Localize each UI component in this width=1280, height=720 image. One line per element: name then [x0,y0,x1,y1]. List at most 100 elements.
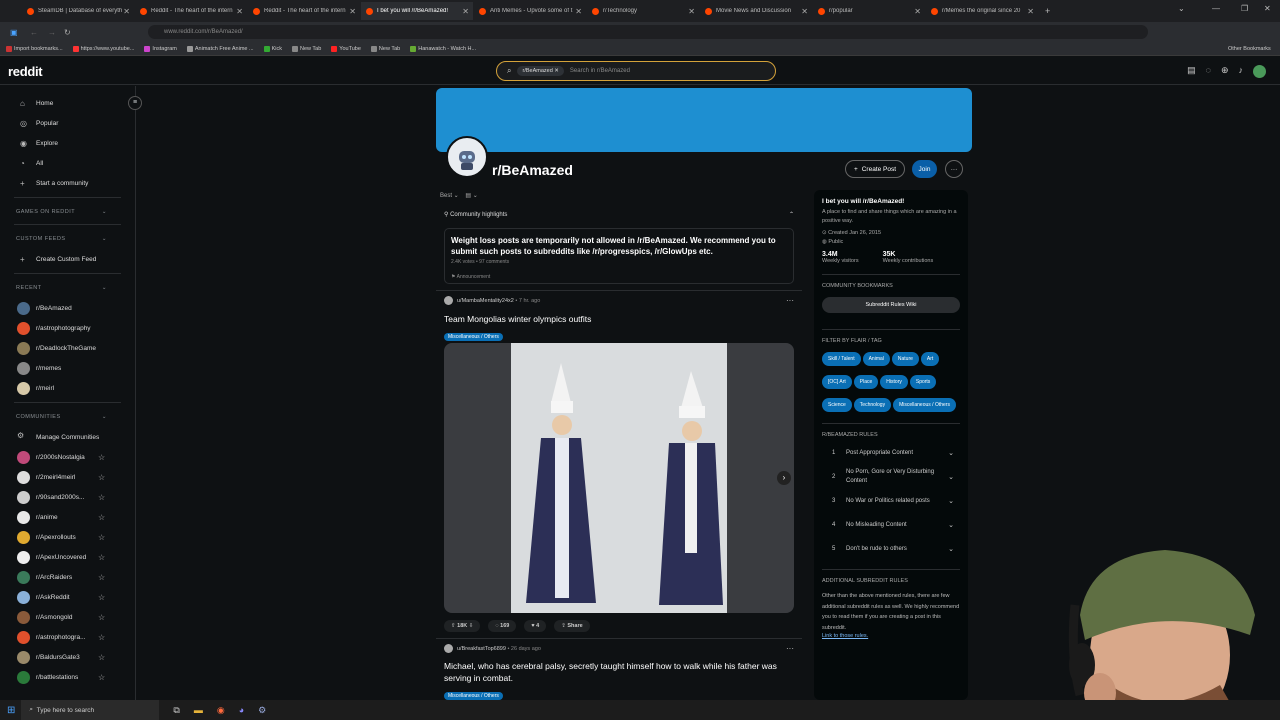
minimize-icon[interactable]: — [1212,4,1220,13]
favorite-star-icon[interactable]: ☆ [98,453,105,462]
flair-filter-chip[interactable]: [OC] Art [822,375,852,389]
recent-community-item[interactable]: r/DeadlockTheGame [0,338,135,358]
create-post-button[interactable]: + Create Post [845,160,905,178]
sidebar-item-start-a-community[interactable]: + Start a community [0,173,135,193]
rule-item[interactable]: 4 No Misleading Content ⌄ [814,513,968,537]
communities-header[interactable]: COMMUNITIES ⌄ [0,407,135,427]
collapse-icon[interactable]: ⌃ [789,211,794,218]
browser-tab[interactable]: r/Technology ✕ [587,2,699,20]
sort-dropdown[interactable]: Best ⌄ ▤ ⌄ [440,192,478,199]
flair-filter-chip[interactable]: Nature [891,352,919,366]
sidebar-item-explore[interactable]: ◉ Explore [0,133,135,153]
flair-filter-chip[interactable]: Sports [909,375,937,389]
url-input[interactable]: www.reddit.com/r/BeAmazed/ [148,25,1148,39]
community-item[interactable]: r/astrophotogra... ☆ [0,627,135,647]
search-community-chip[interactable]: r/BeAmazed ✕ [517,66,564,76]
flair-filter-chip[interactable]: Skill / Talent [822,352,861,366]
search-bar[interactable]: ⌕ r/BeAmazed ✕ Search in r/BeAmazed [496,61,776,81]
windows-start-icon[interactable]: ⊞ [7,705,15,716]
discord-taskbar-icon[interactable]: ◕ [239,705,244,715]
close-tab-icon[interactable]: ✕ [1027,7,1034,16]
post-flair[interactable]: Miscellaneous / Others [444,333,503,341]
rules-link[interactable]: Link to those rules. [822,633,960,639]
favorite-star-icon[interactable]: ☆ [98,573,105,582]
flair-filter-chip[interactable]: Technology [853,398,892,412]
close-tab-icon[interactable]: ✕ [801,7,808,16]
custom-feeds-header[interactable]: CUSTOM FEEDS ⌄ [0,229,135,249]
rule-item[interactable]: 2 No Porn, Gore or Very Disturbing Conten… [814,465,968,489]
more-options-icon[interactable]: ··· [945,160,963,178]
comments-button[interactable]: ◌ 169 [488,620,517,632]
post-media[interactable]: › [444,343,794,613]
post-menu-icon[interactable]: ··· [786,644,794,653]
close-tab-icon[interactable]: ✕ [349,7,356,16]
post-user[interactable]: u/BreakfastTop6899 [457,646,506,652]
close-tab-icon[interactable]: ✕ [914,7,921,16]
bookmark-item[interactable]: https://www.youtube... [72,45,134,52]
bookmark-item[interactable]: New Tab [370,45,400,52]
advertise-icon[interactable]: ▤ [1187,65,1196,78]
browser-tab[interactable]: Anti Memes - Upvote some of t ✕ [474,2,586,20]
post-card[interactable]: u/BreakfastTop6899 • 26 days ago ··· Mich… [444,644,794,702]
recent-community-item[interactable]: r/memes [0,358,135,378]
share-button[interactable]: ⇪ Share [554,620,590,632]
sidebar-toggle-icon[interactable]: ▣ [10,28,18,37]
browser-tab[interactable]: SteamDB | Database of everyth ✕ [22,2,134,20]
highlights-header[interactable]: ⚲ Community highlights ⌃ [444,211,794,218]
close-window-icon[interactable]: ✕ [1264,4,1271,13]
rules-wiki-button[interactable]: Subreddit Rules Wiki [822,297,960,313]
reddit-logo[interactable]: reddit [8,64,43,79]
post-user[interactable]: u/MambaMentality24x2 [457,298,514,304]
tab-dropdown-icon[interactable]: ⌄ [1178,4,1185,13]
user-avatar[interactable] [1253,65,1266,78]
notifications-icon[interactable]: ♪ [1239,65,1244,78]
community-item[interactable]: r/battlestations ☆ [0,667,135,687]
create-custom-feed[interactable]: + Create Custom Feed [0,249,135,269]
bookmark-item[interactable]: Import bookmarks... [6,45,63,52]
view-toggle-icon[interactable]: ▤ ⌄ [465,193,477,199]
community-item[interactable]: r/Apexrollouts ☆ [0,527,135,547]
favorite-star-icon[interactable]: ☆ [98,513,105,522]
favorite-star-icon[interactable]: ☆ [98,633,105,642]
flair-filter-chip[interactable]: Place [853,375,879,389]
favorite-star-icon[interactable]: ☆ [98,533,105,542]
search-input[interactable]: Search in r/BeAmazed [570,68,630,74]
post-menu-icon[interactable]: ··· [786,296,794,305]
awards-button[interactable]: ♥ 4 [524,620,547,632]
file-explorer-icon[interactable]: ▬ [194,705,203,715]
back-icon[interactable]: ← [30,28,38,37]
task-view-icon[interactable]: ⧉ [173,705,179,716]
join-button[interactable]: Join [912,160,937,178]
sidebar-item-all[interactable]: ◔ All [0,153,135,173]
bookmark-item[interactable]: Instagram [144,45,177,52]
steam-taskbar-icon[interactable]: ⚙ [258,705,266,716]
maximize-icon[interactable]: ❐ [1241,4,1248,13]
favorite-star-icon[interactable]: ☆ [98,653,105,662]
bookmark-item[interactable]: Kick [263,45,282,52]
browser-tab[interactable]: I bet you will /r/BeAmazed! ✕ [361,2,473,20]
flair-filter-chip[interactable]: Miscellaneous / Others [893,398,956,412]
community-item[interactable]: r/2meirl4meirl ☆ [0,467,135,487]
browser-tab[interactable]: r/Memes the original since 20 ✕ [926,2,1038,20]
community-item[interactable]: r/Asmongold ☆ [0,607,135,627]
community-item[interactable]: r/90sand2000s... ☆ [0,487,135,507]
community-item[interactable]: r/AskReddit ☆ [0,587,135,607]
bookmark-item[interactable]: Hanawatch - Watch H... [410,45,476,52]
favorite-star-icon[interactable]: ☆ [98,473,105,482]
flair-filter-chip[interactable]: Art [920,352,940,366]
bookmark-item[interactable]: Animatch Free Anime ... [186,45,254,52]
new-tab-icon[interactable]: + [1045,6,1050,16]
sidebar-item-home[interactable]: ⌂ Home [0,93,135,113]
recent-community-item[interactable]: r/astrophotography [0,318,135,338]
browser-tab[interactable]: Movie News and Discussion ✕ [700,2,812,20]
post-card[interactable]: u/MambaMentality24x2 • 7 hr. ago ··· Team… [444,296,794,343]
taskbar-search[interactable]: ⌕ Type here to search [21,700,160,720]
bookmark-item[interactable]: New Tab [291,45,321,52]
recent-community-item[interactable]: r/BeAmazed [0,298,135,318]
vote-buttons[interactable]: ⇧ 18K ⇩ [444,620,481,632]
community-item[interactable]: r/ArcRaiders ☆ [0,567,135,587]
taskbar-search-input[interactable]: Type here to search [37,707,94,714]
favorite-star-icon[interactable]: ☆ [98,493,105,502]
post-title[interactable]: Team Mongolias winter olympics outfits [444,313,794,325]
rule-item[interactable]: 5 Don't be rude to others ⌄ [814,537,968,561]
